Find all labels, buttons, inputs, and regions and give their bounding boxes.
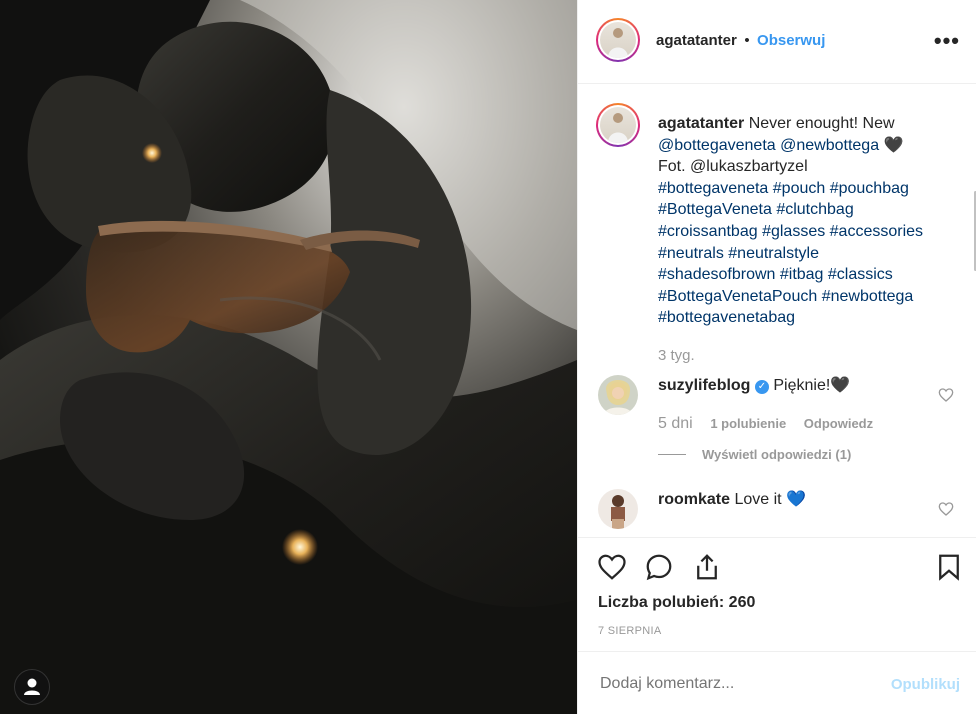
bookmark-icon[interactable] — [934, 552, 964, 582]
caption-line: Never enought! New — [748, 115, 895, 132]
caption-line[interactable]: #croissantbag #glasses #accessories — [658, 223, 923, 240]
caption-line[interactable]: #BottegaVenetaPouch #newbottega — [658, 288, 913, 305]
heart-icon[interactable] — [938, 387, 954, 403]
commenter-avatar[interactable] — [598, 489, 638, 529]
heart-icon[interactable] — [597, 552, 627, 582]
view-replies-button[interactable]: Wyświetl odpowiedzi (1) — [658, 447, 851, 462]
comments-area[interactable]: agatatanter Never enought! New @bottegav… — [578, 85, 976, 537]
comment-body: roomkate Love it 💙 — [658, 489, 806, 509]
author-username[interactable]: agatatanter — [656, 32, 737, 49]
caption-line[interactable]: #neutrals #neutralstyle — [658, 245, 819, 262]
replies-line — [658, 454, 686, 455]
tagged-users-button[interactable] — [14, 669, 50, 705]
caption-line: Fot. @lukaszbartyzel — [658, 158, 808, 176]
comment-text: Pięknie!🖤 — [773, 377, 851, 394]
caption-line[interactable]: #shadesofbrown #itbag #classics — [658, 266, 893, 283]
commenter-avatar[interactable] — [598, 375, 638, 415]
heart-icon[interactable] — [938, 501, 954, 517]
commenter-username[interactable]: roomkate — [658, 491, 730, 508]
separator-dot: • — [744, 32, 750, 49]
user-icon — [24, 678, 40, 695]
post-photo[interactable] — [0, 0, 577, 714]
reply-button[interactable]: Odpowiedz — [804, 416, 873, 431]
caption-line[interactable]: #bottegavenetabag — [658, 309, 795, 326]
post-header: agatatanter • Obserwuj ••• — [578, 0, 976, 84]
comment-meta: 5 dni 1 polubienie Odpowiedz — [658, 415, 873, 433]
view-replies-label: Wyświetl odpowiedzi (1) — [702, 447, 852, 462]
caption-avatar[interactable] — [596, 103, 640, 147]
photo-image — [0, 0, 577, 714]
comment-input[interactable] — [598, 674, 862, 694]
publish-button[interactable]: Opublikuj — [891, 676, 960, 693]
caption-line[interactable]: #bottegaveneta #pouch #pouchbag — [658, 180, 909, 197]
post-actions: Liczba polubień: 260 7 SIERPNIA — [578, 537, 976, 650]
caption-time[interactable]: 3 tyg. — [658, 347, 695, 364]
caption-line[interactable]: @bottegaveneta @newbottega 🖤 — [658, 137, 903, 154]
comment-body: suzylifeblog ✓ Pięknie!🖤 — [658, 375, 850, 395]
add-comment-bar: Opublikuj — [578, 651, 976, 714]
follow-button[interactable]: Obserwuj — [757, 32, 825, 49]
caption-line[interactable]: #BottegaVeneta #clutchbag — [658, 201, 854, 218]
post-sidebar: agatatanter • Obserwuj ••• agatatanter N… — [577, 0, 976, 714]
post-caption: agatatanter Never enought! New @bottegav… — [658, 113, 943, 329]
comment-icon[interactable] — [644, 552, 674, 582]
more-icon[interactable]: ••• — [934, 28, 960, 54]
comment-text: Love it 💙 — [734, 491, 806, 508]
comment-age[interactable]: 5 dni — [658, 415, 693, 432]
caption-username[interactable]: agatatanter — [658, 115, 744, 132]
share-icon[interactable] — [692, 552, 722, 582]
likes-count[interactable]: Liczba polubień: 260 — [598, 594, 755, 612]
verified-badge-icon: ✓ — [754, 380, 769, 394]
author-avatar[interactable] — [596, 18, 640, 62]
comment-likes[interactable]: 1 polubienie — [710, 416, 786, 431]
instagram-post: agatatanter • Obserwuj ••• agatatanter N… — [0, 0, 976, 714]
post-date[interactable]: 7 SIERPNIA — [598, 625, 662, 637]
commenter-username[interactable]: suzylifeblog — [658, 377, 750, 394]
